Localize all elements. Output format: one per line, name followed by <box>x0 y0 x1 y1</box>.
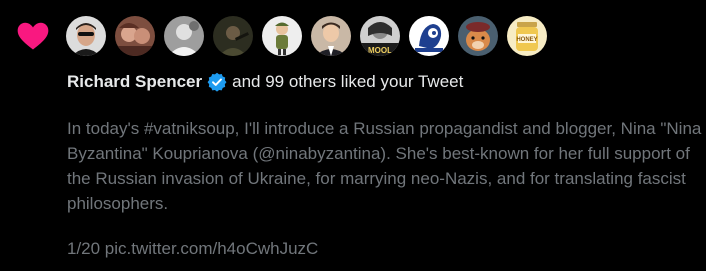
avatar-7[interactable]: MOOL <box>360 16 400 56</box>
tweet-media-link[interactable]: 1/20 pic.twitter.com/h4oCwhJuzC <box>67 236 318 261</box>
liked-summary: Richard Spencer and 99 others liked your… <box>67 71 463 93</box>
avatar-10[interactable]: HONEY <box>507 16 547 56</box>
heart-icon <box>17 22 49 50</box>
avatar-6[interactable] <box>311 16 351 56</box>
avatar-3[interactable] <box>164 16 204 56</box>
liker-name-link[interactable]: Richard Spencer <box>67 71 202 93</box>
avatar-2[interactable] <box>115 16 155 56</box>
verified-badge-icon <box>207 72 227 92</box>
avatar-7-label: MOOL <box>368 46 392 55</box>
liked-summary-text: and 99 others liked your Tweet <box>232 72 464 91</box>
avatar-9[interactable] <box>458 16 498 56</box>
avatar-10-label: HONEY <box>516 37 537 43</box>
like-notification[interactable]: MOOL HONEY Richard Spencer and 99 others… <box>0 0 706 271</box>
avatar-8[interactable] <box>409 16 449 56</box>
avatar-1[interactable] <box>66 16 106 56</box>
avatar-5[interactable] <box>262 16 302 56</box>
liker-avatars: MOOL HONEY <box>66 16 547 56</box>
tweet-preview-text: In today's #vatniksoup, I'll introduce a… <box>67 119 702 213</box>
avatar-4[interactable] <box>213 16 253 56</box>
